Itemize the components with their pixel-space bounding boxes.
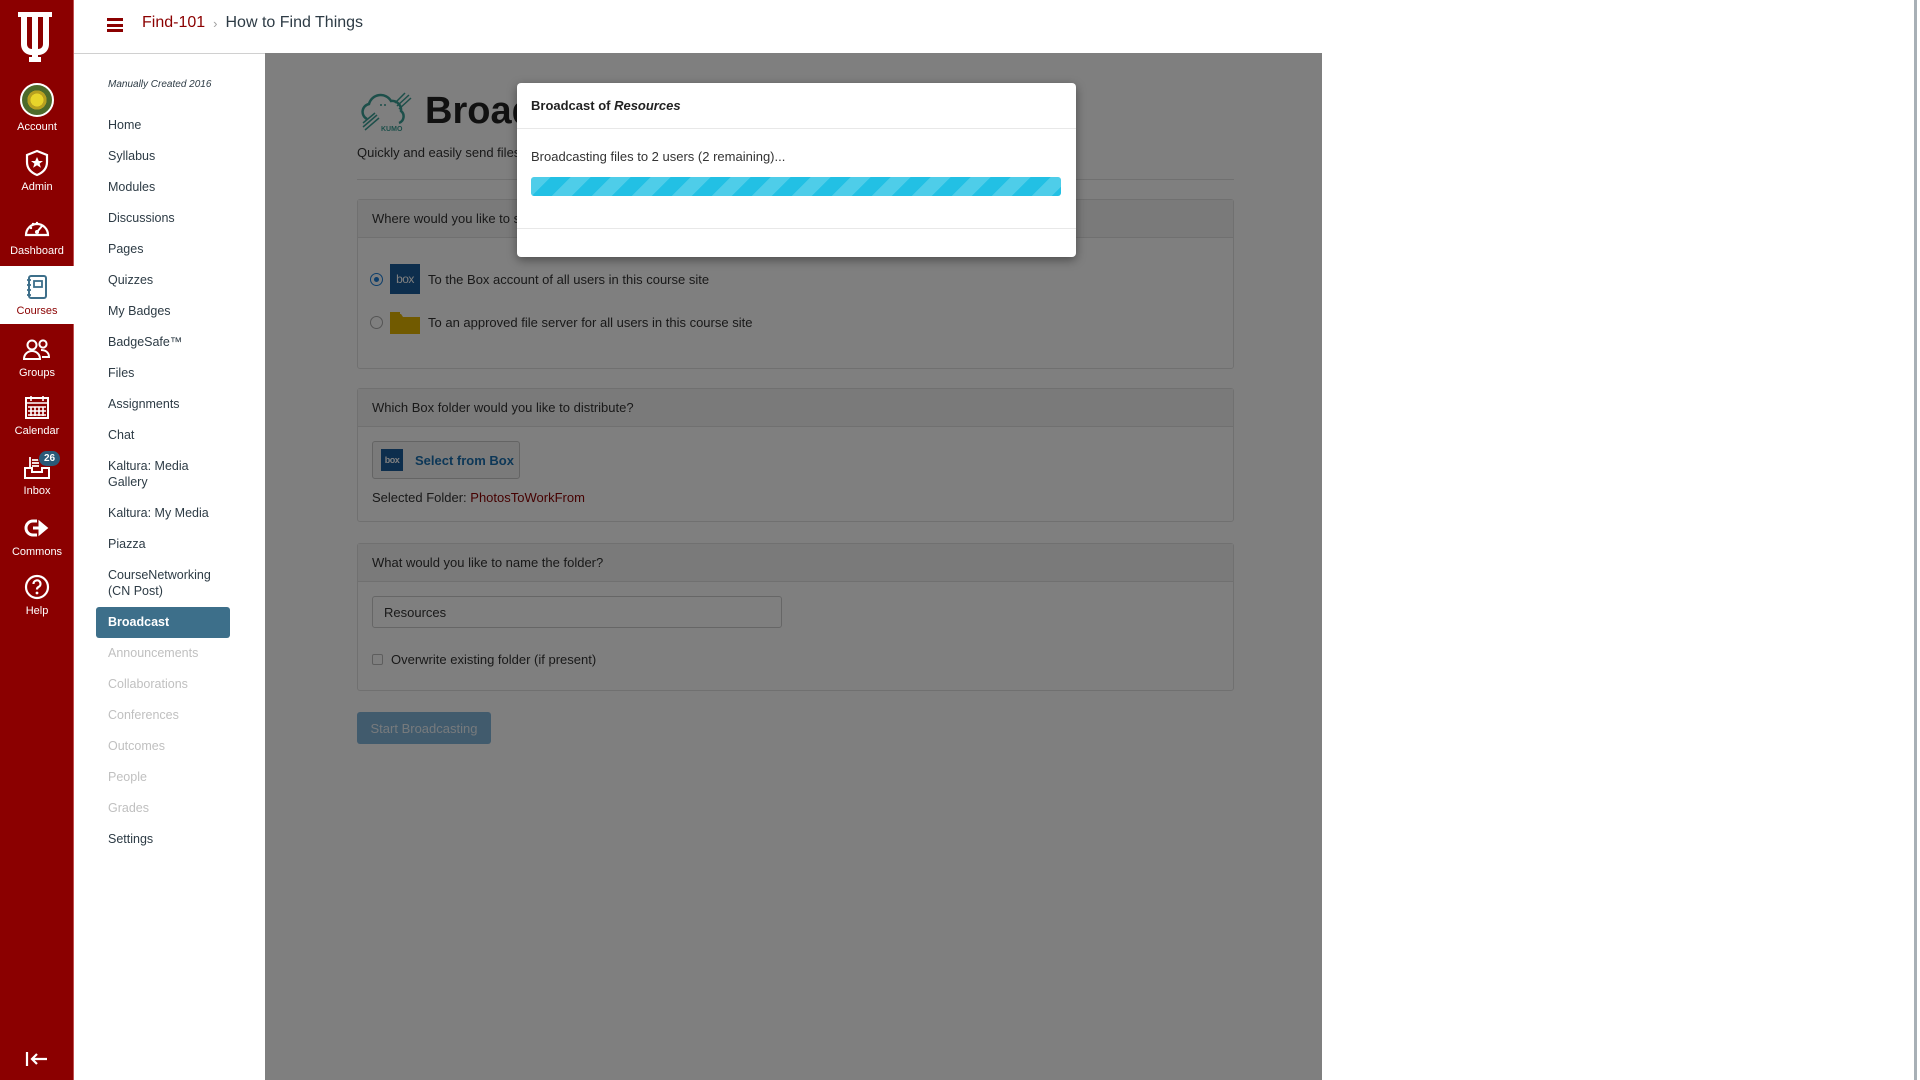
course-nav-item-my-badges[interactable]: My Badges <box>96 296 230 327</box>
notebook-icon <box>22 272 52 302</box>
dialog-message: Broadcasting files to 2 users (2 remaini… <box>531 149 786 164</box>
course-nav-item-people[interactable]: People <box>96 762 230 793</box>
dialog-title-prefix: Broadcast of <box>531 98 615 113</box>
shield-star-icon <box>22 148 52 178</box>
global-nav-label: Dashboard <box>10 245 64 257</box>
course-nav-item-assignments[interactable]: Assignments <box>96 389 230 420</box>
course-nav-item-discussions[interactable]: Discussions <box>96 203 230 234</box>
breadcrumb: Find-101 › How to Find Things <box>142 14 363 32</box>
collapse-nav-button[interactable] <box>0 1044 74 1074</box>
calendar-icon <box>22 392 52 422</box>
dialog-title-folder: Resources <box>614 98 681 113</box>
page-scrollbar[interactable] <box>1914 0 1917 1080</box>
hamburger-icon <box>107 18 123 21</box>
progress-bar <box>531 177 1061 196</box>
course-nav-item-kaltura-my-media[interactable]: Kaltura: My Media <box>96 498 230 529</box>
course-nav-item-modules[interactable]: Modules <box>96 172 230 203</box>
course-nav-item-grades[interactable]: Grades <box>96 793 230 824</box>
course-nav-item-pages[interactable]: Pages <box>96 234 230 265</box>
course-nav-item-broadcast[interactable]: Broadcast <box>96 607 230 638</box>
global-nav-label: Account <box>17 121 57 133</box>
course-nav-item-files[interactable]: Files <box>96 358 230 389</box>
course-nav-item-kaltura-media-gallery[interactable]: Kaltura: Media Gallery <box>96 451 230 498</box>
global-nav-admin[interactable]: Admin <box>0 148 74 193</box>
global-nav-label: Inbox <box>23 485 51 497</box>
course-nav-item-outcomes[interactable]: Outcomes <box>96 731 230 762</box>
course-term: Manually Created 2016 <box>108 79 212 90</box>
speedometer-icon <box>22 212 52 242</box>
dialog-footer-divider <box>517 228 1076 229</box>
course-nav-item-quizzes[interactable]: Quizzes <box>96 265 230 296</box>
global-nav-inbox[interactable]: 26 Inbox <box>0 450 74 497</box>
course-nav-item-chat[interactable]: Chat <box>96 420 230 451</box>
global-nav-label: Groups <box>18 367 56 379</box>
iu-logo[interactable] <box>0 6 74 66</box>
course-nav-item-conferences[interactable]: Conferences <box>96 700 230 731</box>
global-nav-label: Help <box>25 605 49 617</box>
course-nav-item-piazza[interactable]: Piazza <box>96 529 230 560</box>
course-nav-item-settings[interactable]: Settings <box>96 824 230 855</box>
course-nav-item-coursenetworking-cn-post[interactable]: CourseNetworking (CN Post) <box>96 560 230 607</box>
breadcrumb-separator-icon: › <box>213 15 218 31</box>
course-nav-item-syllabus[interactable]: Syllabus <box>96 141 230 172</box>
course-nav-list: Home Syllabus Modules Discussions Pages Quizz… <box>96 110 230 855</box>
global-nav-commons[interactable]: Commons <box>0 513 74 558</box>
commons-icon <box>22 513 52 543</box>
global-nav-label: Admin <box>21 181 53 193</box>
broadcast-progress-dialog: Broadcast of Resources Broadcasting file… <box>517 83 1076 257</box>
progress-bar-fill <box>531 177 1061 196</box>
breadcrumb-course-link[interactable]: Find-101 <box>142 14 205 32</box>
global-nav-account[interactable]: Account <box>0 82 74 133</box>
inbox-unread-badge: 26 <box>38 450 62 467</box>
collapse-arrow-icon <box>25 1052 47 1066</box>
global-nav-courses[interactable]: Courses <box>0 266 74 324</box>
global-nav-groups[interactable]: Groups <box>0 334 74 379</box>
users-icon <box>22 334 52 364</box>
global-nav-dashboard[interactable]: Dashboard <box>0 212 74 257</box>
global-nav: Account Admin Dashboard Courses Groups C… <box>0 0 74 1080</box>
course-nav-item-collaborations[interactable]: Collaborations <box>96 669 230 700</box>
help-icon <box>22 572 52 602</box>
trident-logo-icon <box>18 12 52 62</box>
page-header: Find-101 › How to Find Things <box>74 0 1916 53</box>
course-nav-item-badgesafe[interactable]: BadgeSafe™ <box>96 327 230 358</box>
breadcrumb-current: How to Find Things <box>225 14 364 31</box>
global-nav-label: Calendar <box>14 425 60 437</box>
dialog-title: Broadcast of Resources <box>517 83 1076 129</box>
global-nav-calendar[interactable]: Calendar <box>0 392 74 437</box>
global-nav-label: Commons <box>11 546 63 558</box>
course-nav-item-announcements[interactable]: Announcements <box>96 638 230 669</box>
course-nav: Manually Created 2016 Home Syllabus Module… <box>74 53 265 1080</box>
global-nav-label: Courses <box>16 305 58 317</box>
hamburger-menu-button[interactable] <box>107 18 123 32</box>
course-nav-item-home[interactable]: Home <box>96 110 230 141</box>
avatar-icon <box>20 83 54 117</box>
global-nav-help[interactable]: Help <box>0 572 74 617</box>
